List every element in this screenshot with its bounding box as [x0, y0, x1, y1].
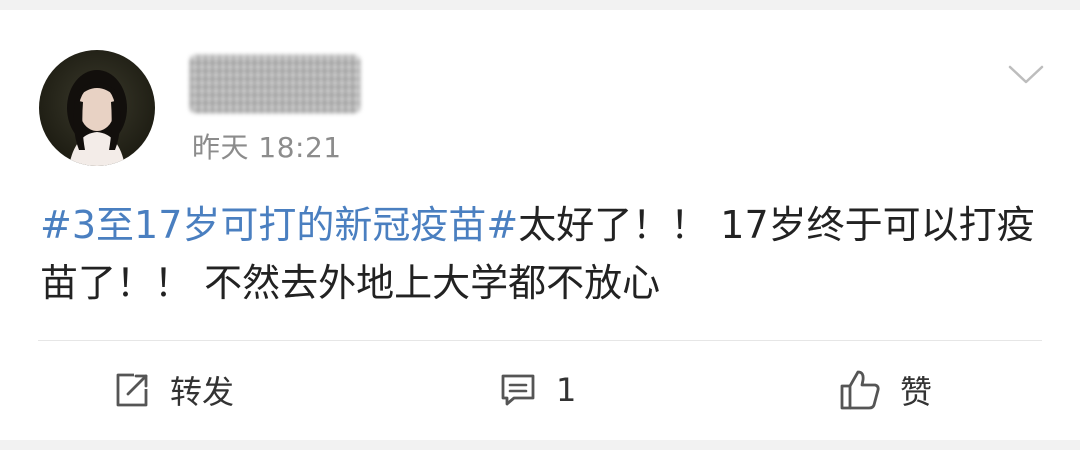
comment-count: 1 — [556, 371, 577, 409]
avatar[interactable] — [39, 50, 155, 166]
hashtag-link[interactable]: #3至17岁可打的新冠疫苗# — [40, 203, 518, 247]
repost-label: 转发 — [170, 373, 235, 411]
avatar-image — [67, 70, 127, 166]
repost-button[interactable]: 转发 — [112, 362, 234, 418]
share-icon — [116, 373, 148, 407]
post-body: #3至17岁可打的新冠疫苗#太好了！！ 17岁终于可以打疫苗了！！ 不然去外地上… — [40, 196, 1040, 312]
thumbs-up-icon — [840, 370, 880, 410]
post-timestamp: 昨天 18:21 — [192, 131, 342, 164]
like-button[interactable]: 赞 — [838, 362, 932, 418]
like-label: 赞 — [900, 373, 933, 411]
divider — [38, 340, 1042, 341]
chevron-down-icon[interactable] — [1006, 62, 1046, 88]
username-obscured[interactable] — [190, 55, 360, 113]
comment-button[interactable]: 1 — [498, 362, 576, 418]
comment-icon — [501, 374, 535, 406]
weibo-post-card: 昨天 18:21 #3至17岁可打的新冠疫苗#太好了！！ 17岁终于可以打疫苗了… — [0, 10, 1080, 440]
